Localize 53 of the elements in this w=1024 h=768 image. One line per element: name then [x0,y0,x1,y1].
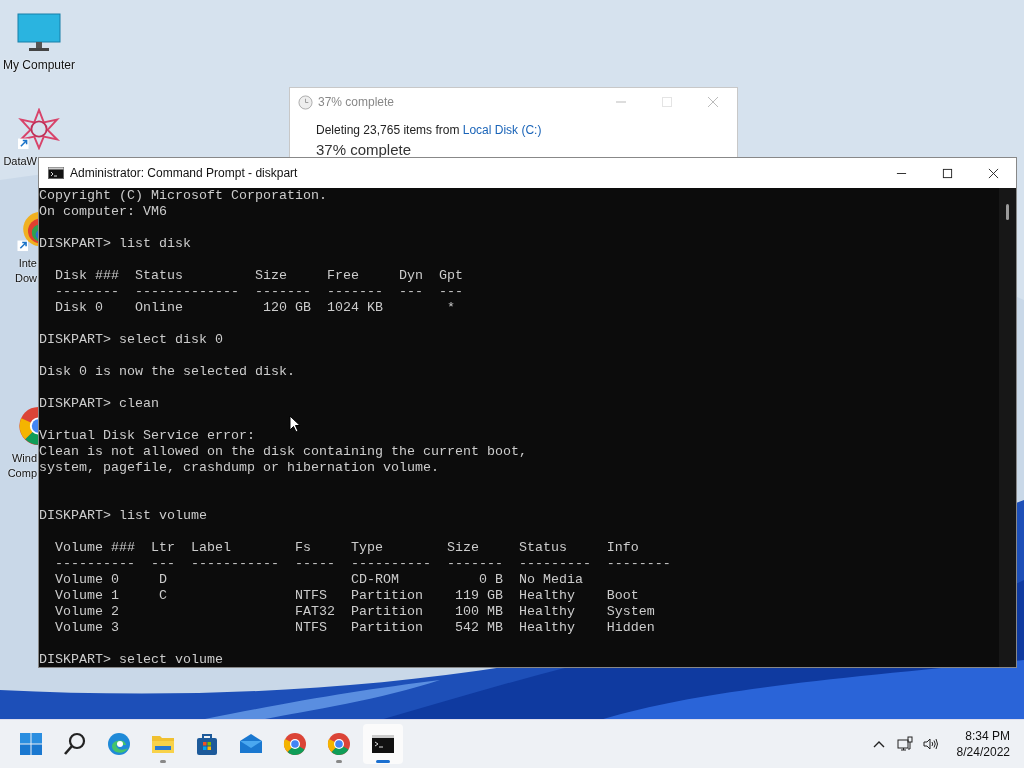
progress-status: 37% complete [315,140,413,158]
star-shortcut-icon[interactable] [17,108,61,150]
console-line: DISKPART> clean [39,396,160,412]
console-line: DISKPART> select disk 0 [39,332,224,348]
date: 8/24/2022 [956,744,1010,760]
console-line: Volume ### Ltr Label Fs Type Size Status Info [54,540,640,556]
window-title: Administrator: Command Prompt - diskpart [70,166,299,180]
console-line: Volume 0 D CD-ROM 0 B No Media [54,572,584,588]
terminal-icon [371,732,395,756]
clock-icon [298,94,313,110]
desktop-icon-label: Inte [17,256,37,271]
progress-message: Deleting 23,765 items from Local Disk (C:) [316,123,542,137]
shopping-bag-icon [195,732,219,756]
envelope-icon [239,732,263,756]
clock[interactable]: 8:34 PM 8/24/2022 [956,728,1010,760]
console-line: Clean is not allowed on the disk containing the current boot, [39,444,528,460]
taskbar-app-button[interactable] [363,724,403,764]
time: 8:34 PM [965,728,1010,744]
search-icon [63,732,87,756]
console-line: Disk ### Status Size Free Dyn Gpt [54,268,464,284]
scrollbar[interactable] [999,188,1016,667]
speaker-icon[interactable] [922,736,939,752]
chrome-icon [283,732,307,756]
browser-swirl-icon [107,732,131,756]
console-line: ---------- --- ----------- ----- ---------- ------- --------- -------- [54,556,672,572]
desktop-icon-label: My Computer [3,58,75,73]
console-line: DISKPART> list disk [39,236,192,252]
chrome-icon [327,732,351,756]
console-line: Disk 0 Online 120 GB 1024 KB * [54,300,456,316]
windows-logo-icon [19,732,43,756]
desktop-icon-label: Comp [6,466,37,481]
console-line: Disk 0 is now the selected disk. [39,364,296,380]
close-icon [987,167,999,179]
monitor-icon[interactable] [17,12,61,54]
maximize-icon [941,167,953,179]
console-line: DISKPART> list volume [39,508,208,524]
console-line: DISKPART> select volume [39,652,224,667]
dialog-title: 37% complete [318,95,396,109]
console-line: system, pagefile, crashdump or hibernation volume. [39,460,440,476]
console-line: Volume 1 C NTFS Partition 119 GB Healthy Boot [54,588,640,604]
source-link[interactable]: Local Disk (C:) [462,123,542,137]
console-line: Virtual Disk Service error: [39,428,256,444]
console-line: Volume 2 FAT32 Partition 100 MB Healthy System [54,604,656,620]
desktop-icon-label: Wind [10,451,37,466]
terminal-icon [48,167,64,179]
desktop-icon-label: DataW [2,154,37,169]
mouse-pointer-icon [289,415,301,433]
console-line: -------- ------------- ------- ------- --- --- [54,284,464,300]
desktop-icon-label: Dow [14,271,37,286]
console-line: On computer: VM6 [39,204,168,220]
console-line: Copyright (C) Microsoft Corporation. [39,188,328,204]
network-icon[interactable] [896,736,913,752]
console-line: Volume 3 NTFS Partition 542 MB Healthy Hidden [54,620,656,636]
